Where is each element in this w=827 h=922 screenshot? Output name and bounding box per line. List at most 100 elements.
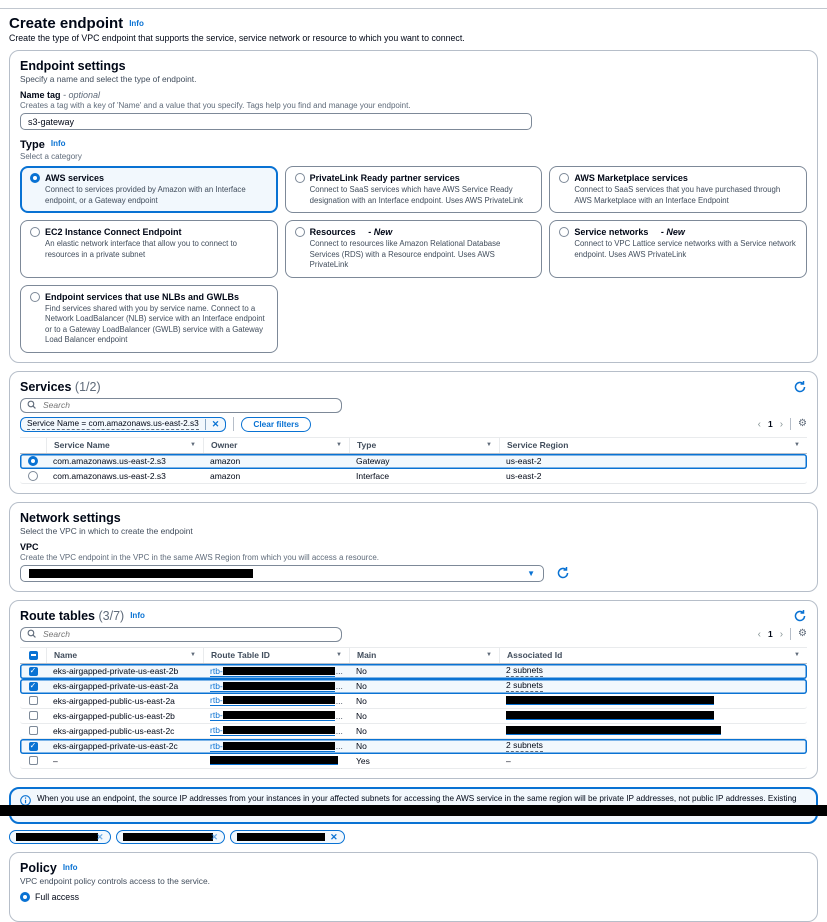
services-search[interactable] <box>20 398 342 413</box>
col-service-region[interactable]: Service Region▼ <box>499 438 807 453</box>
route-table-id-link[interactable]: rtb- <box>210 725 335 736</box>
route-table-name: eks-airgapped-private-us-east-2b <box>46 664 203 679</box>
route-table-id-link[interactable]: rtb- <box>210 710 335 721</box>
sort-icon[interactable]: ▼ <box>794 442 800 448</box>
prev-page-icon[interactable]: ‹ <box>758 629 761 640</box>
col-name[interactable]: Name▼ <box>46 648 203 663</box>
route-table-id-link[interactable]: rtb- <box>210 695 335 706</box>
route-table-id-link[interactable] <box>210 756 338 765</box>
page-info-link[interactable]: Info <box>129 19 144 28</box>
next-page-icon[interactable]: › <box>780 419 783 430</box>
vpc-select[interactable]: ▼ <box>20 565 544 582</box>
type-card-resources[interactable]: Resources - New Connect to resources lik… <box>285 220 543 278</box>
services-search-input[interactable] <box>41 399 335 411</box>
remove-token-icon[interactable]: ✕ <box>211 832 219 843</box>
type-card-nlb-gwlb[interactable]: Endpoint services that use NLBs and GWLB… <box>20 285 278 353</box>
col-associated-id[interactable]: Associated Id▼ <box>499 648 807 663</box>
route-tables-search[interactable] <box>20 627 342 642</box>
radio-selected-icon[interactable] <box>28 456 38 466</box>
radio-selected-icon[interactable] <box>20 892 30 902</box>
radio-icon[interactable] <box>28 471 38 481</box>
radio-icon[interactable] <box>295 173 305 183</box>
route-tables-info-link[interactable]: Info <box>130 611 145 620</box>
route-table-row[interactable]: eks-airgapped-public-us-east-2c rtb-... … <box>20 724 807 739</box>
route-table-row[interactable]: – Yes – <box>20 754 807 769</box>
col-type[interactable]: Type▼ <box>349 438 499 453</box>
services-section: Services (1/2) Service Name = com.amazon… <box>9 371 818 494</box>
next-page-icon[interactable]: › <box>780 629 783 640</box>
redacted-associated-link[interactable] <box>506 696 714 705</box>
route-table-row[interactable]: eks-airgapped-public-us-east-2a rtb-... … <box>20 694 807 709</box>
select-all-checkbox[interactable] <box>29 651 38 660</box>
type-card-privatelink-partner[interactable]: PrivateLink Ready partner services Conne… <box>285 166 543 213</box>
policy-info-link[interactable]: Info <box>63 863 78 872</box>
remove-filter-icon[interactable]: ✕ <box>205 419 226 430</box>
route-tables-search-input[interactable] <box>41 628 335 640</box>
sort-icon[interactable]: ▼ <box>486 652 492 658</box>
route-table-id-link[interactable]: rtb- <box>210 666 335 677</box>
sort-icon[interactable]: ▼ <box>336 442 342 448</box>
col-service-name[interactable]: Service Name▼ <box>46 438 203 453</box>
associated-subnets-link[interactable]: 2 subnets <box>506 740 543 752</box>
current-page[interactable]: 1 <box>768 419 773 429</box>
checkbox-icon[interactable] <box>29 696 38 705</box>
checkbox-icon[interactable] <box>29 711 38 720</box>
endpoint-settings-section: Endpoint settings Specify a name and sel… <box>9 50 818 363</box>
associated-subnets-link[interactable]: 2 subnets <box>506 680 543 692</box>
service-region: us-east-2 <box>499 454 807 469</box>
settings-gear-icon[interactable]: ⚙ <box>798 419 807 429</box>
name-tag-label: Name tag - optional <box>20 90 807 100</box>
full-access-option[interactable]: Full access <box>20 892 807 902</box>
checkbox-icon[interactable] <box>29 726 38 735</box>
settings-gear-icon[interactable]: ⚙ <box>798 629 807 639</box>
route-table-row[interactable]: ✓ eks-airgapped-private-us-east-2c rtb-.… <box>20 739 807 754</box>
clear-filters-button[interactable]: Clear filters <box>241 417 311 432</box>
checkbox-checked-icon[interactable]: ✓ <box>29 667 38 676</box>
radio-icon[interactable] <box>30 227 40 237</box>
redacted-associated-link[interactable] <box>506 726 721 735</box>
col-route-table-id[interactable]: Route Table ID▼ <box>203 648 349 663</box>
route-table-row[interactable]: ✓ eks-airgapped-private-us-east-2b rtb-.… <box>20 664 807 679</box>
sort-icon[interactable]: ▼ <box>486 442 492 448</box>
type-card-service-networks[interactable]: Service networks - New Connect to VPC La… <box>549 220 807 278</box>
redacted-associated-link[interactable] <box>506 711 714 720</box>
col-main[interactable]: Main▼ <box>349 648 499 663</box>
service-row-gateway[interactable]: com.amazonaws.us-east-2.s3 amazon Gatewa… <box>20 454 807 469</box>
associated-subnets-link[interactable]: 2 subnets <box>506 665 543 677</box>
radio-icon[interactable] <box>30 292 40 302</box>
name-tag-input[interactable] <box>20 113 532 130</box>
type-card-ec2-instance-connect[interactable]: EC2 Instance Connect Endpoint An elastic… <box>20 220 278 278</box>
col-owner[interactable]: Owner▼ <box>203 438 349 453</box>
checkbox-checked-icon[interactable]: ✓ <box>29 682 38 691</box>
prev-page-icon[interactable]: ‹ <box>758 419 761 430</box>
service-row-interface[interactable]: com.amazonaws.us-east-2.s3 amazon Interf… <box>20 469 807 484</box>
type-info-link[interactable]: Info <box>51 139 66 148</box>
current-page[interactable]: 1 <box>768 629 773 639</box>
checkbox-icon[interactable] <box>29 756 38 765</box>
route-table-id-link[interactable]: rtb- <box>210 741 335 752</box>
type-card-aws-services[interactable]: AWS services Connect to services provide… <box>20 166 278 213</box>
remove-token-icon[interactable]: ✕ <box>330 832 338 843</box>
full-access-label: Full access <box>35 892 79 902</box>
refresh-icon[interactable] <box>793 380 807 394</box>
route-table-name: eks-airgapped-private-us-east-2a <box>46 679 203 694</box>
radio-icon[interactable] <box>295 227 305 237</box>
sort-icon[interactable]: ▼ <box>336 652 342 658</box>
refresh-icon[interactable] <box>556 566 570 580</box>
radio-icon[interactable] <box>559 227 569 237</box>
vpc-label: VPC <box>20 542 807 552</box>
radio-icon[interactable] <box>559 173 569 183</box>
route-table-row[interactable]: eks-airgapped-public-us-east-2b rtb-... … <box>20 709 807 724</box>
route-table-row[interactable]: ✓ eks-airgapped-private-us-east-2a rtb-.… <box>20 679 807 694</box>
sort-icon[interactable]: ▼ <box>190 652 196 658</box>
radio-selected-icon[interactable] <box>30 173 40 183</box>
type-card-marketplace[interactable]: AWS Marketplace services Connect to SaaS… <box>549 166 807 213</box>
remove-token-icon[interactable]: ✕ <box>96 832 104 843</box>
checkbox-checked-icon[interactable]: ✓ <box>29 742 38 751</box>
type-help: Select a category <box>20 152 807 161</box>
sort-icon[interactable]: ▼ <box>794 652 800 658</box>
sort-icon[interactable]: ▼ <box>190 442 196 448</box>
refresh-icon[interactable] <box>793 609 807 623</box>
route-table-id-link[interactable]: rtb- <box>210 681 335 692</box>
endpoint-settings-heading: Endpoint settings <box>20 59 807 73</box>
